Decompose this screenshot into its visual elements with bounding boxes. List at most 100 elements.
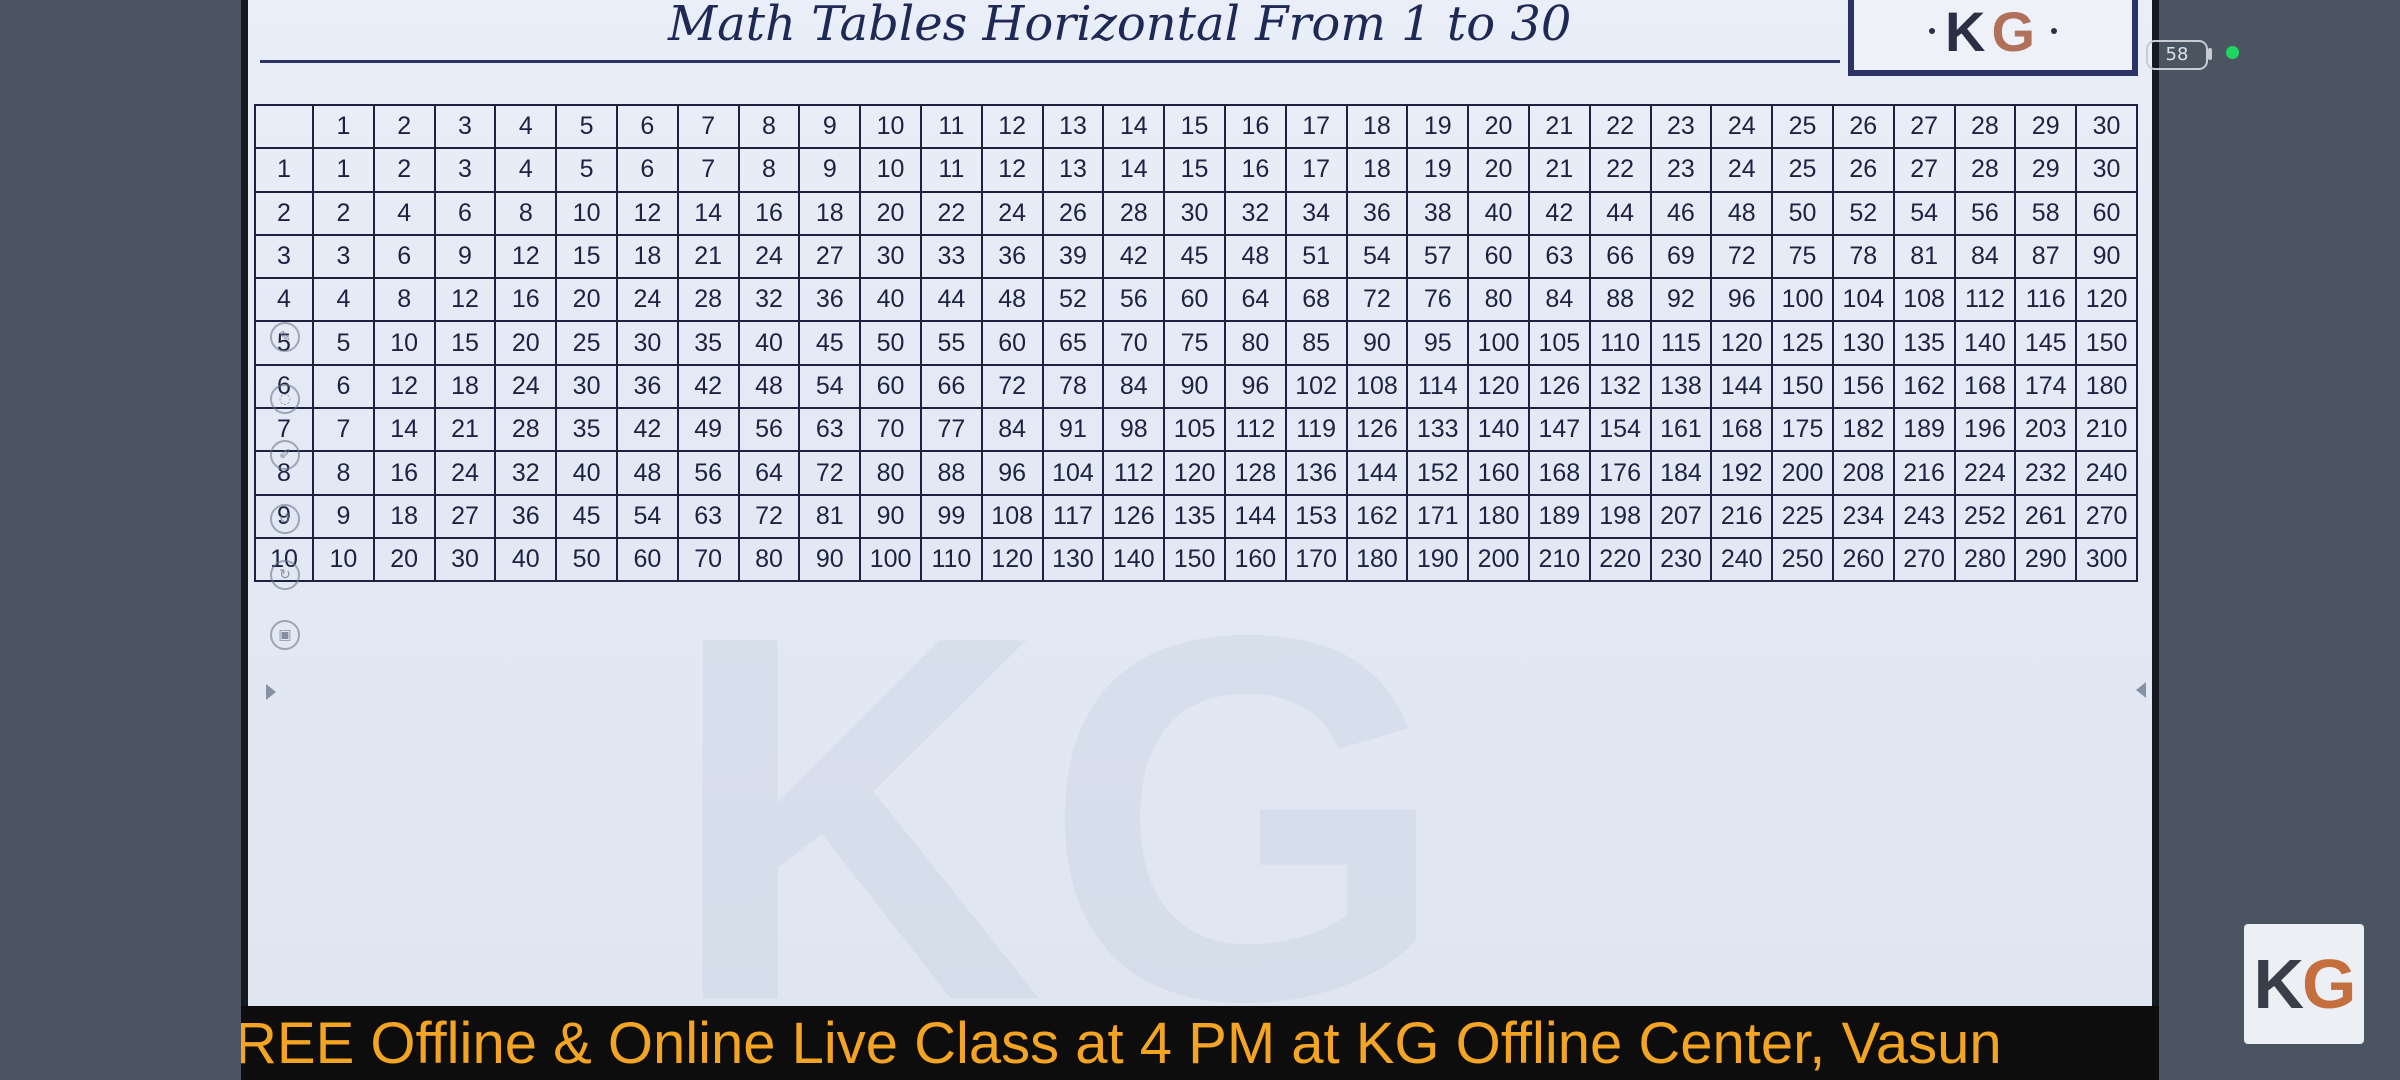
product-cell: 50 [555,536,618,583]
redo-tool-icon[interactable]: ↻ [270,560,300,590]
logo-dot-left [1928,28,1935,34]
product-cell: 110 [1588,320,1652,366]
product-cell: 66 [1588,233,1652,280]
product-cell: 168 [1953,363,2017,410]
next-page-arrow-icon[interactable] [2136,682,2146,698]
product-cell: 270 [2075,493,2138,539]
annotation-tool-icon[interactable]: ✎ [270,322,300,352]
product-cell: 48 [737,363,801,410]
product-cell: 30 [2075,147,2138,193]
product-cell: 280 [1953,536,2017,583]
product-cell: 112 [1953,277,2017,323]
table-header-cell: 30 [2075,103,2138,150]
product-cell: 4 [372,190,436,236]
product-cell: 66 [919,363,983,410]
product-cell: 80 [1467,277,1530,323]
product-cell: 96 [1223,363,1287,410]
product-cell: 48 [1710,190,1774,236]
product-cell: 44 [1588,190,1652,236]
product-cell: 243 [1892,493,1956,539]
product-cell: 21 [1527,147,1591,193]
product-cell: 26 [1041,190,1105,236]
table-header-cell: 24 [1710,103,1774,150]
product-cell: 30 [1163,190,1226,236]
product-cell: 44 [919,277,983,323]
product-cell: 33 [919,233,983,280]
product-cell: 189 [1527,493,1591,539]
ticker-text: REE Offline & Online Live Class at 4 PM … [241,1011,2002,1076]
product-cell: 144 [1710,363,1774,410]
product-cell: 128 [1223,450,1287,496]
product-cell: 7 [312,407,375,453]
product-cell: 42 [1102,233,1166,280]
product-cell: 12 [615,190,679,236]
product-cell: 72 [1710,233,1774,280]
product-cell: 240 [1710,536,1774,583]
product-cell: 3 [433,147,497,193]
product-cell: 24 [494,363,558,410]
image-tool-icon[interactable]: ▣ [270,620,300,650]
product-cell: 200 [1467,536,1530,583]
product-cell: 88 [1588,277,1652,323]
product-cell: 69 [1649,233,1713,280]
product-cell: 40 [555,450,618,496]
prev-page-arrow-icon[interactable] [266,684,276,700]
product-cell: 68 [1284,277,1348,323]
product-cell: 28 [1102,190,1166,236]
product-cell: 216 [1710,493,1774,539]
product-cell: 18 [1345,147,1409,193]
product-cell: 35 [676,320,740,366]
product-cell: 16 [372,450,436,496]
table-header-cell: 3 [433,103,497,150]
product-cell: 77 [919,407,983,453]
product-cell: 72 [798,450,862,496]
undo-tool-icon[interactable]: ↺ [270,504,300,534]
product-cell: 140 [1467,407,1530,453]
product-cell: 8 [312,450,375,496]
product-cell: 3 [312,233,375,280]
product-cell: 4 [312,277,375,323]
product-cell: 168 [1527,450,1591,496]
product-cell: 126 [1345,407,1409,453]
table-header-cell: 8 [737,103,801,150]
product-cell: 154 [1588,407,1652,453]
product-cell: 45 [798,320,862,366]
table-header-cell: 21 [1527,103,1591,150]
channel-logo[interactable]: KG [2244,924,2364,1044]
product-cell: 162 [1345,493,1409,539]
product-cell: 15 [433,320,497,366]
product-cell: 160 [1223,536,1287,583]
product-cell: 80 [737,536,801,583]
product-cell: 12 [980,147,1044,193]
product-cell: 180 [1467,493,1530,539]
product-cell: 25 [1771,147,1834,193]
battery-tip-icon [2208,48,2212,60]
product-cell: 9 [798,147,862,193]
table-row: 4 4 8 12 16 20 24 28 32 36 40 44 48 52 56 60 64 68 72 76 80 8… [254,277,2138,323]
product-cell: 120 [1163,450,1226,496]
product-cell: 24 [615,277,679,323]
product-cell: 32 [1223,190,1287,236]
product-cell: 91 [1041,407,1105,453]
product-cell: 8 [494,190,558,236]
product-cell: 270 [1892,536,1956,583]
eraser-tool-icon[interactable]: ◌ [270,384,300,414]
product-cell: 203 [2014,407,2078,453]
product-cell: 175 [1771,407,1834,453]
table-header-cell: 20 [1467,103,1530,150]
pen-tool-icon[interactable]: ✐ [270,440,300,470]
product-cell: 153 [1284,493,1348,539]
product-cell: 105 [1527,320,1591,366]
product-cell: 15 [555,233,618,280]
product-cell: 40 [737,320,801,366]
product-cell: 80 [1223,320,1287,366]
product-cell: 21 [433,407,497,453]
product-cell: 5 [555,147,618,193]
product-cell: 34 [1284,190,1348,236]
table-row: 6 6 12 18 24 30 36 42 48 54 60 66 72 78 84 90 96 102 108 11… [254,363,2138,410]
table-header-cell: 22 [1588,103,1652,150]
product-cell: 144 [1345,450,1409,496]
product-cell: 9 [433,233,497,280]
product-cell: 108 [980,493,1044,539]
product-cell: 24 [433,450,497,496]
